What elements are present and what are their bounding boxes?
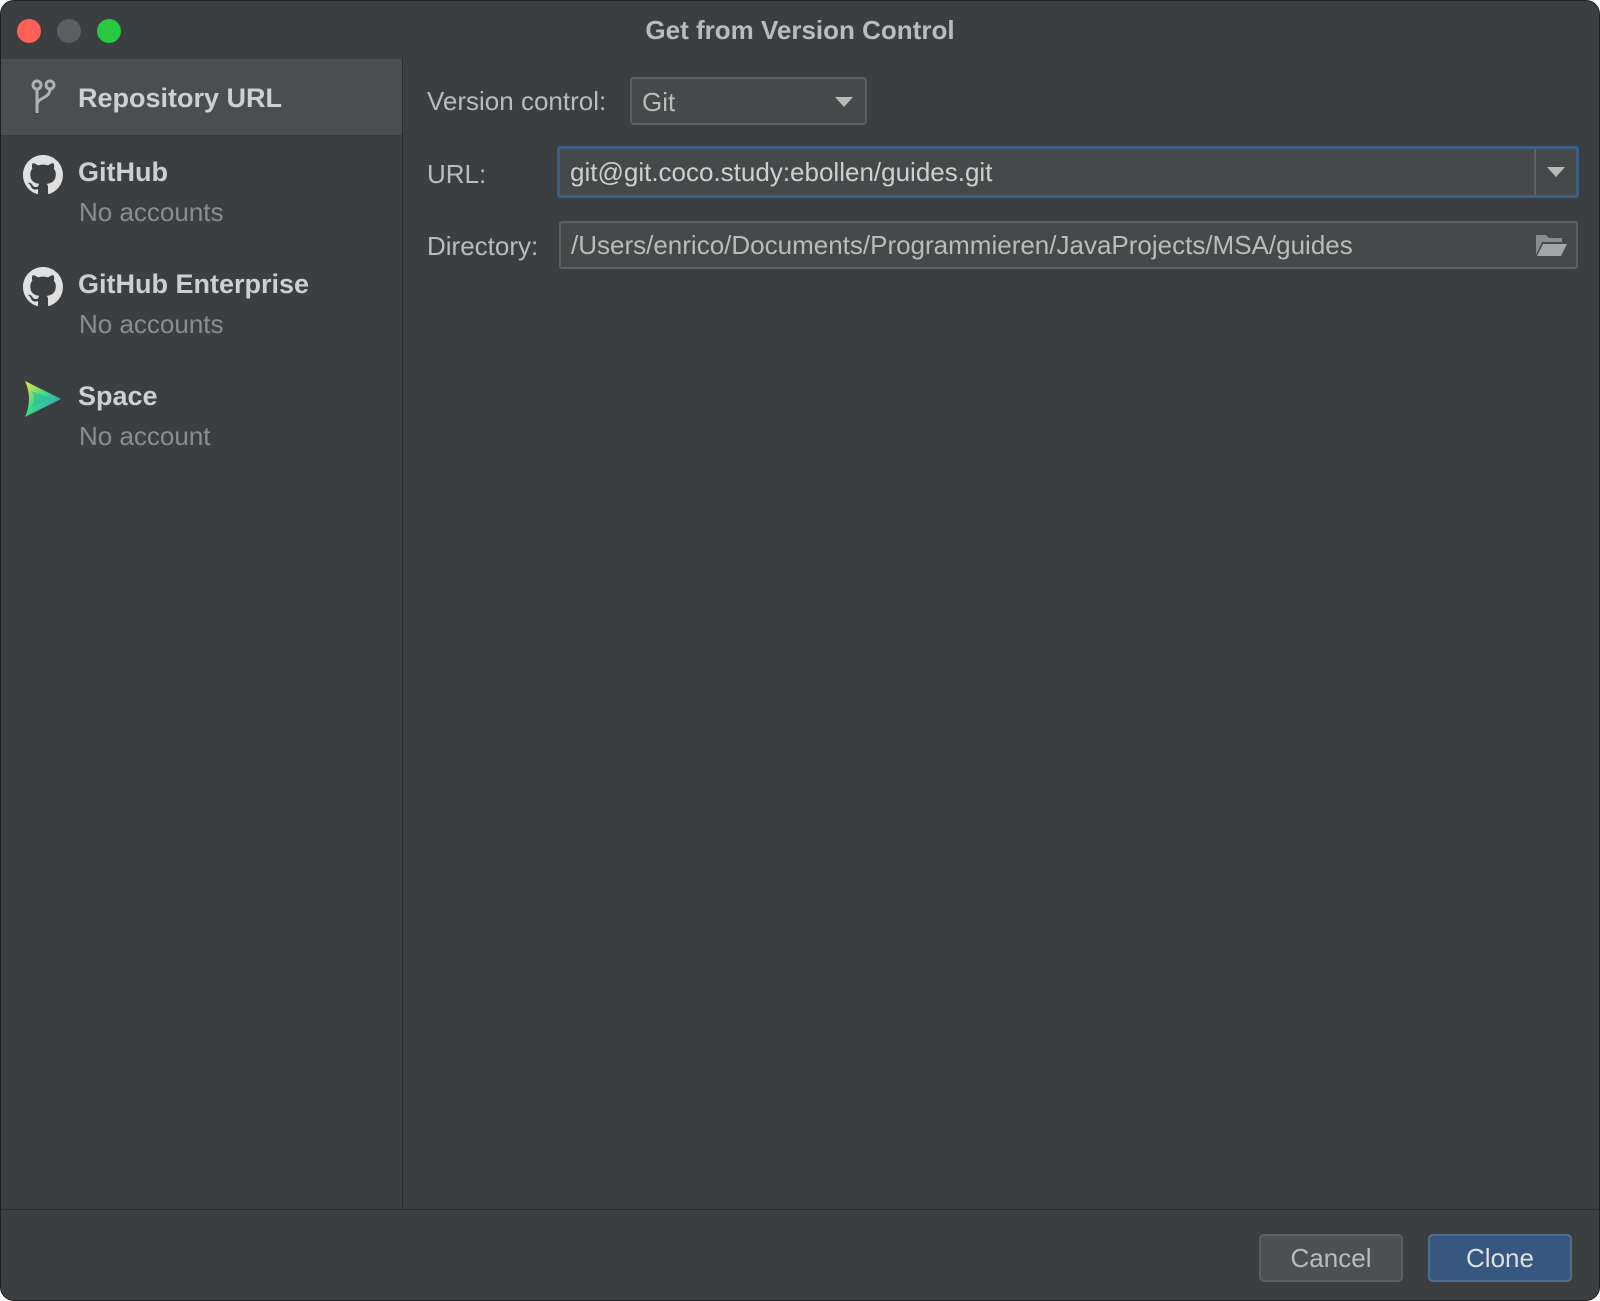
url-combo (557, 146, 1579, 198)
vcs-branch-icon (23, 77, 63, 117)
sidebar-item-status: No account (79, 421, 211, 451)
title-bar[interactable]: Get from Version Control (1, 1, 1599, 59)
version-control-select[interactable]: Git (630, 77, 867, 125)
url-label: URL: (427, 159, 487, 189)
browse-folder-button[interactable] (1534, 229, 1568, 261)
version-control-value: Git (642, 87, 676, 117)
github-icon (23, 267, 63, 307)
dialog-footer: Cancel Clone (1, 1209, 1599, 1300)
sidebar-item-space[interactable]: Space No account (1, 365, 402, 469)
space-icon (23, 379, 63, 419)
sidebar-item-github-enterprise[interactable]: GitHub Enterprise No accounts (1, 253, 402, 357)
folder-open-icon (1536, 235, 1567, 256)
cancel-button[interactable]: Cancel (1259, 1234, 1403, 1282)
directory-input[interactable] (571, 223, 1511, 267)
sidebar-item-label: GitHub Enterprise (78, 269, 310, 299)
chevron-down-icon (1547, 167, 1565, 177)
sidebar-item-label: Repository URL (78, 83, 283, 113)
sidebar-item-status: No accounts (79, 197, 224, 227)
window-title: Get from Version Control (645, 15, 955, 45)
url-input[interactable] (570, 149, 1530, 195)
chevron-down-icon (835, 97, 853, 107)
dialog-window: Get from Version Control Repository URL … (0, 0, 1600, 1301)
version-control-label: Version control: (427, 86, 607, 116)
sidebar-item-label: Space (78, 381, 158, 411)
sidebar: Repository URL GitHub No accounts GitHub… (1, 59, 403, 1209)
directory-label: Directory: (427, 231, 539, 261)
github-icon (23, 155, 63, 195)
sidebar-item-repository-url[interactable]: Repository URL (1, 59, 402, 135)
clone-button[interactable]: Clone (1428, 1234, 1572, 1282)
sidebar-item-status: No accounts (79, 309, 224, 339)
directory-field (559, 221, 1578, 269)
sidebar-item-github[interactable]: GitHub No accounts (1, 141, 402, 245)
sidebar-item-label: GitHub (78, 157, 168, 187)
url-history-dropdown[interactable] (1536, 149, 1576, 195)
